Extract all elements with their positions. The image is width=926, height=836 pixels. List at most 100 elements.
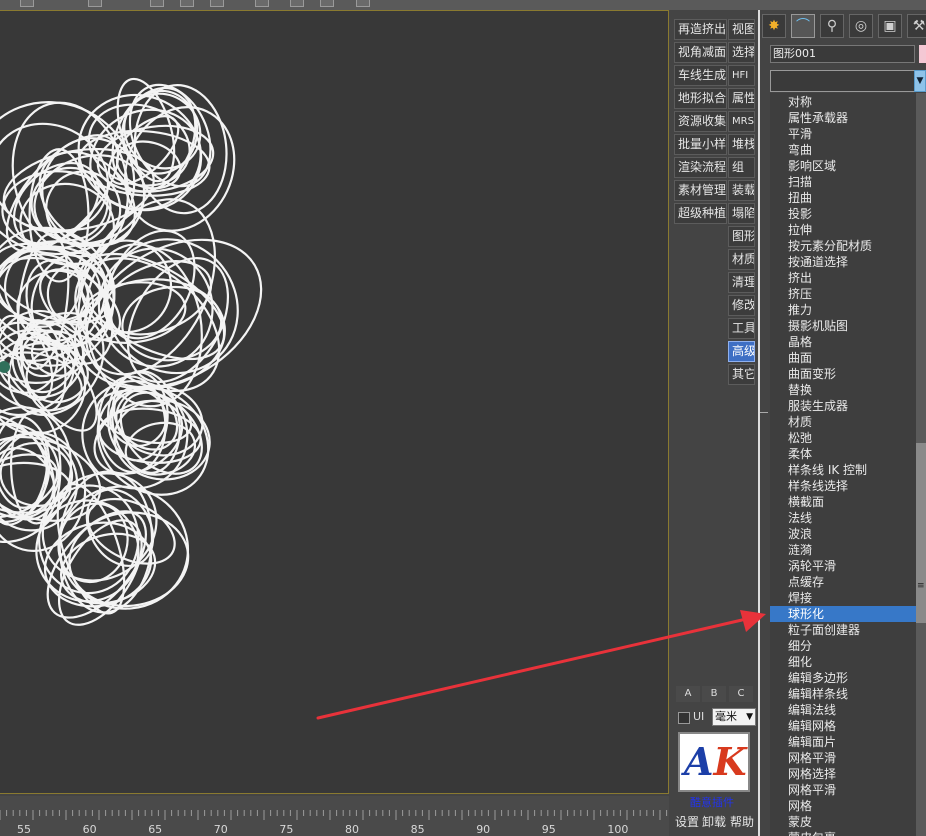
modifier-list-item[interactable]: 样条线 IK 控制 (770, 462, 916, 478)
modifier-list-item[interactable]: 按元素分配材质 (770, 238, 916, 254)
plugin-tab[interactable]: 清理 (728, 272, 755, 293)
plugin-tab[interactable]: 高级 (728, 341, 755, 362)
plugin-tab[interactable]: HFI (728, 65, 755, 86)
modifier-list-item[interactable]: 曲面 (770, 350, 916, 366)
modifier-list-item[interactable]: 编辑多边形 (770, 670, 916, 686)
settings-button[interactable]: 设置 (675, 813, 699, 830)
plugin-tab[interactable]: 组 (728, 157, 755, 178)
plugin-tab[interactable]: 装载 (728, 180, 755, 201)
modifier-list-combo[interactable] (770, 70, 926, 92)
plugin-tab[interactable]: 视图 (728, 19, 755, 40)
modifier-list-item[interactable]: 编辑样条线 (770, 686, 916, 702)
unit-dropdown[interactable]: 毫米 ▼ (712, 708, 756, 726)
plugin-tab[interactable]: 修改 (728, 295, 755, 316)
tab-a[interactable]: A (676, 686, 700, 702)
modifier-list-item[interactable]: 法线 (770, 510, 916, 526)
create-sun-icon[interactable]: ✸ (762, 14, 786, 38)
modifier-list-item[interactable]: 松弛 (770, 430, 916, 446)
tab-c[interactable]: C (729, 686, 753, 702)
plugin-tab[interactable]: 材质 (728, 249, 755, 270)
modifier-list-item[interactable]: 对称 (770, 94, 916, 110)
modifier-list-item[interactable]: 扭曲 (770, 190, 916, 206)
modifier-list-item[interactable]: 细化 (770, 654, 916, 670)
modifier-list-item[interactable]: 挤出 (770, 270, 916, 286)
plugin-button[interactable]: 地形拟合 (674, 88, 727, 109)
logo-caption-link[interactable]: 酷意插件 (690, 794, 734, 810)
plugin-button[interactable]: 视角减面 (674, 42, 727, 63)
toolbar-button[interactable] (180, 0, 194, 7)
modifier-list-item[interactable]: 横截面 (770, 494, 916, 510)
modifier-list-item[interactable]: 影响区域 (770, 158, 916, 174)
plugin-tab[interactable]: MRS (728, 111, 755, 132)
plugin-button[interactable]: 素材管理 (674, 180, 727, 201)
modifier-list-item[interactable]: 推力 (770, 302, 916, 318)
modifier-list-item[interactable]: 材质 (770, 414, 916, 430)
modifier-list-item[interactable]: 蒙皮 (770, 814, 916, 830)
plugin-tab[interactable]: 图形 (728, 226, 755, 247)
timeline-ruler[interactable]: 55 60 65 70 75 80 85 90 95 100 (0, 796, 669, 836)
plugin-button[interactable]: 批量小样 (674, 134, 727, 155)
modifier-list-item[interactable]: 服装生成器 (770, 398, 916, 414)
modifier-list-item[interactable]: 拉伸 (770, 222, 916, 238)
modifier-list-item[interactable]: 粒子面创建器 (770, 622, 916, 638)
toolbar-button[interactable] (150, 0, 164, 7)
modifier-list-item[interactable]: 弯曲 (770, 142, 916, 158)
toolbar-button[interactable] (210, 0, 224, 7)
modifier-list-item[interactable]: 焊接 (770, 590, 916, 606)
modifier-list-item[interactable]: 样条线选择 (770, 478, 916, 494)
modifier-list-item[interactable]: 网格平滑 (770, 782, 916, 798)
modifier-list-item[interactable]: 曲面变形 (770, 366, 916, 382)
toolbar-button[interactable] (255, 0, 269, 7)
modifier-list-item[interactable]: 网格选择 (770, 766, 916, 782)
modifier-list-item[interactable]: 涟漪 (770, 542, 916, 558)
modifier-list-item[interactable]: 扫描 (770, 174, 916, 190)
help-button[interactable]: 帮助 (730, 813, 754, 830)
plugin-button[interactable]: 渲染流程 (674, 157, 727, 178)
object-name-field[interactable]: 图形001 (770, 45, 915, 63)
plugin-button[interactable]: 资源收集 (674, 111, 727, 132)
modifier-list-item[interactable]: 细分 (770, 638, 916, 654)
modifier-list-item[interactable]: 网格平滑 (770, 750, 916, 766)
modifier-list-item[interactable]: 波浪 (770, 526, 916, 542)
modifier-list-item[interactable]: 投影 (770, 206, 916, 222)
utilities-hammer-icon[interactable]: ⚒ (907, 14, 926, 38)
tab-b[interactable]: B (702, 686, 726, 702)
uninstall-button[interactable]: 卸载 (702, 813, 726, 830)
object-color-swatch[interactable] (919, 45, 926, 63)
toolbar-button[interactable] (20, 0, 34, 7)
ui-checkbox[interactable] (678, 712, 690, 724)
modifier-list-item[interactable]: 球形化 (770, 606, 916, 622)
motion-icon[interactable]: ◎ (849, 14, 873, 38)
toolbar-button[interactable] (356, 0, 370, 7)
modifier-list-item[interactable]: 蒙皮包裹 (770, 830, 916, 836)
plugin-tab[interactable]: 堆栈 (728, 134, 755, 155)
modifier-list-item[interactable]: 属性承载器 (770, 110, 916, 126)
plugin-button[interactable]: 超级种植 (674, 203, 727, 224)
chevron-down-icon[interactable]: ▼ (914, 70, 926, 92)
plugin-tab[interactable]: 工具 (728, 318, 755, 339)
dropdown-scrollbar[interactable]: ≡ (916, 93, 926, 836)
ak-logo[interactable]: AK (678, 732, 750, 792)
modifier-list-item[interactable]: 平滑 (770, 126, 916, 142)
plugin-tab[interactable]: 选择 (728, 42, 755, 63)
modifier-list-item[interactable]: 按通道选择 (770, 254, 916, 270)
modifier-list-item[interactable]: 挤压 (770, 286, 916, 302)
toolbar-button[interactable] (290, 0, 304, 7)
scrollbar-thumb[interactable] (916, 443, 926, 623)
plugin-tab[interactable]: 属性 (728, 88, 755, 109)
plugin-button[interactable]: 再造挤出 (674, 19, 727, 40)
modifier-list-item[interactable]: 编辑网格 (770, 718, 916, 734)
modifier-list-item[interactable]: 柔体 (770, 446, 916, 462)
modifier-list-item[interactable]: 涡轮平滑 (770, 558, 916, 574)
plugin-button[interactable]: 车线生成 (674, 65, 727, 86)
modifier-list-item[interactable]: 点缓存 (770, 574, 916, 590)
modifier-list-item[interactable]: 网格 (770, 798, 916, 814)
perspective-viewport[interactable] (0, 10, 669, 794)
modifier-list-item[interactable]: 晶格 (770, 334, 916, 350)
modifier-list-item[interactable]: 摄影机贴图 (770, 318, 916, 334)
modifier-list-item[interactable]: 编辑法线 (770, 702, 916, 718)
toolbar-button[interactable] (320, 0, 334, 7)
modify-arc-icon[interactable]: ⌒ (791, 14, 815, 38)
plugin-tab[interactable]: 其它 (728, 364, 755, 385)
modifier-list-item[interactable]: 替换 (770, 382, 916, 398)
